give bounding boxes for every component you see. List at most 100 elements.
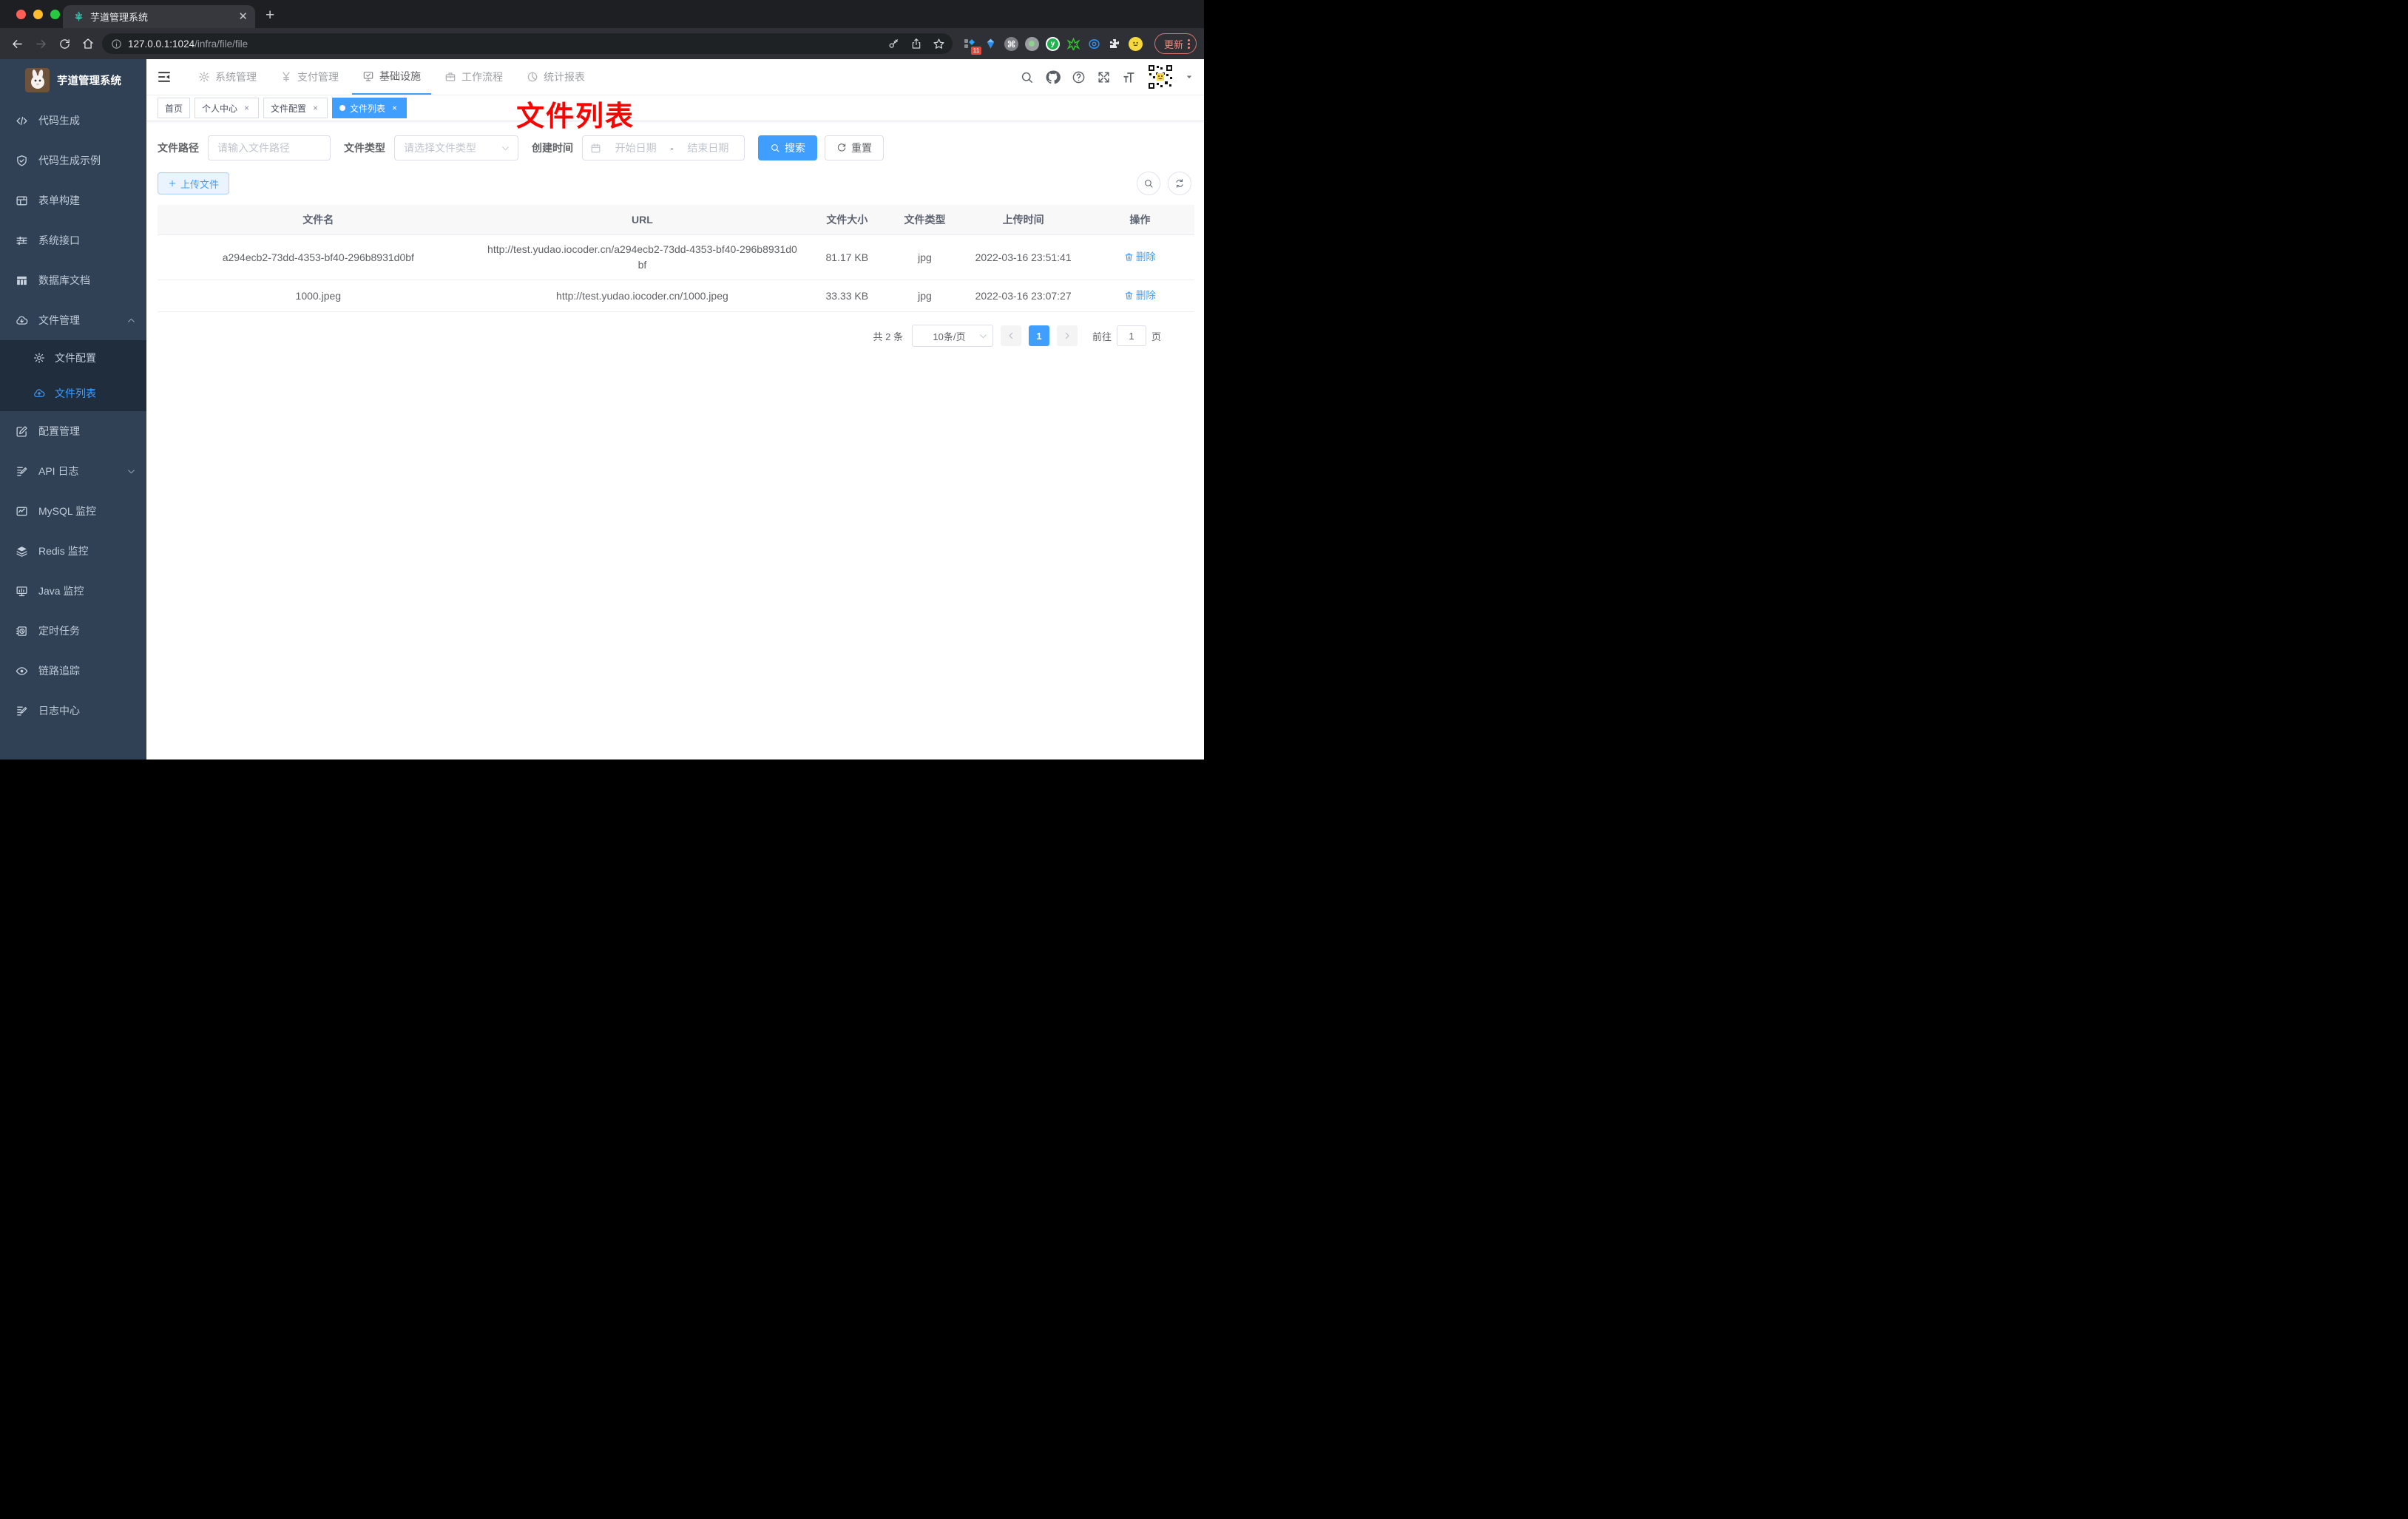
browser-tab-strip: 芋道管理系统 ✕ + bbox=[0, 0, 1204, 28]
close-icon[interactable] bbox=[390, 104, 399, 113]
cell-file-size: 33.33 KB bbox=[805, 280, 889, 312]
next-page-button[interactable] bbox=[1056, 325, 1078, 346]
date-range-picker[interactable]: 开始日期 - 结束日期 bbox=[582, 135, 745, 160]
sidebar-item-code-demo[interactable]: 代码生成示例 bbox=[0, 141, 146, 180]
site-info-icon[interactable] bbox=[111, 38, 122, 50]
sidebar-item-file-management[interactable]: 文件管理 bbox=[0, 300, 146, 340]
delete-button[interactable]: 删除 bbox=[1124, 288, 1156, 303]
delete-button[interactable]: 删除 bbox=[1124, 249, 1156, 265]
sidebar-item-system-api[interactable]: 系统接口 bbox=[0, 220, 146, 260]
fullscreen-icon[interactable] bbox=[1097, 70, 1111, 84]
caret-down-icon[interactable] bbox=[1185, 72, 1194, 81]
topnav-statistics-report[interactable]: 统计报表 bbox=[516, 59, 595, 95]
password-key-icon[interactable] bbox=[887, 38, 900, 50]
reload-button[interactable] bbox=[55, 34, 74, 53]
sidebar-item-config-management[interactable]: 配置管理 bbox=[0, 411, 146, 451]
zoom-window-button[interactable] bbox=[50, 10, 60, 19]
browser-menu-icon[interactable] bbox=[1188, 38, 1190, 49]
sidebar-item-redis-monitor[interactable]: Redis 监控 bbox=[0, 531, 146, 571]
browser-tab[interactable]: 芋道管理系统 ✕ bbox=[63, 5, 255, 28]
page-size-select[interactable]: 10条/页 bbox=[911, 325, 993, 347]
sidebar-collapse-button[interactable] bbox=[146, 59, 182, 95]
sidebar-item-form-builder[interactable]: 表单构建 bbox=[0, 180, 146, 220]
share-icon[interactable] bbox=[910, 38, 922, 50]
sidebar-item-file-config[interactable]: 文件配置 bbox=[0, 340, 146, 376]
extension-puzzle-icon[interactable] bbox=[1108, 37, 1122, 51]
page-number-current[interactable]: 1 bbox=[1028, 325, 1049, 346]
extension-emoji-icon[interactable] bbox=[1128, 36, 1143, 51]
minimize-window-button[interactable] bbox=[33, 10, 43, 19]
toggle-search-button[interactable] bbox=[1137, 172, 1160, 195]
chevron-down-icon bbox=[978, 331, 988, 341]
extension-v-icon[interactable]: y bbox=[1045, 36, 1060, 51]
home-button[interactable] bbox=[78, 34, 98, 53]
search-icon[interactable] bbox=[1020, 70, 1034, 84]
topnav-workflow[interactable]: 工作流程 bbox=[434, 59, 513, 95]
goto-page-input[interactable] bbox=[1116, 325, 1146, 346]
sidebar-item-code-gen[interactable]: 代码生成 bbox=[0, 101, 146, 141]
calendar-icon bbox=[590, 143, 601, 154]
topnav-infrastructure[interactable]: 基础设施 bbox=[352, 59, 431, 95]
close-window-button[interactable] bbox=[16, 10, 26, 19]
font-size-icon[interactable] bbox=[1122, 70, 1136, 84]
date-separator: - bbox=[670, 142, 674, 154]
app-logo[interactable]: 芋道管理系统 bbox=[0, 59, 146, 101]
sidebar-item-file-list[interactable]: 文件列表 bbox=[0, 376, 146, 411]
browser-window: 芋道管理系统 ✕ + 127.0.0.1:1024/infra/file/fil… bbox=[0, 0, 1204, 760]
topnav-payment-management[interactable]: 支付管理 bbox=[270, 59, 349, 95]
sidebar-menu: 代码生成 代码生成示例 表单构建 系统接口 数据库文档 文件管理 文件配置 文件… bbox=[0, 101, 146, 760]
close-icon[interactable] bbox=[311, 104, 320, 113]
page-unit-label: 页 bbox=[1151, 331, 1161, 342]
tag-home[interactable]: 首页 bbox=[158, 98, 191, 118]
sidebar-item-db-doc[interactable]: 数据库文档 bbox=[0, 260, 146, 300]
note-edit-icon bbox=[16, 465, 28, 478]
file-path-input[interactable] bbox=[208, 135, 331, 160]
plus-icon bbox=[168, 179, 177, 188]
file-type-select[interactable]: 请选择文件类型 bbox=[394, 135, 518, 160]
sidebar-item-java-monitor[interactable]: Java 监控 bbox=[0, 571, 146, 611]
prev-page-button[interactable] bbox=[1000, 325, 1021, 346]
close-icon[interactable] bbox=[242, 104, 251, 113]
end-date-placeholder: 结束日期 bbox=[687, 142, 729, 154]
bookmark-star-icon[interactable] bbox=[933, 38, 945, 50]
new-tab-button[interactable]: + bbox=[266, 7, 274, 24]
tag-file-list[interactable]: 文件列表 bbox=[332, 98, 407, 118]
tag-profile[interactable]: 个人中心 bbox=[195, 98, 260, 118]
main-area: 系统管理 支付管理 基础设施 工作流程 统计报表 首页 个人中心 × 文件配置 … bbox=[146, 59, 1204, 760]
github-icon[interactable] bbox=[1045, 70, 1061, 85]
tag-file-config[interactable]: 文件配置 bbox=[263, 98, 328, 118]
upload-file-button[interactable]: 上传文件 bbox=[158, 172, 230, 194]
user-avatar[interactable] bbox=[1147, 64, 1174, 90]
tab-title: 芋道管理系统 bbox=[90, 12, 149, 23]
sidebar-item-api-log[interactable]: API 日志 bbox=[0, 451, 146, 491]
sidebar-item-scheduled-tasks[interactable]: 定时任务 bbox=[0, 611, 146, 651]
gear-icon bbox=[198, 71, 210, 83]
extension-eye-icon[interactable] bbox=[1087, 37, 1101, 51]
browser-update-button[interactable]: 更新 bbox=[1154, 33, 1197, 54]
sidebar-item-mysql-monitor[interactable]: MySQL 监控 bbox=[0, 491, 146, 531]
refresh-table-button[interactable] bbox=[1168, 172, 1191, 195]
extension-gem-icon[interactable] bbox=[984, 37, 998, 51]
help-icon[interactable] bbox=[1072, 70, 1086, 84]
tab-close-icon[interactable]: ✕ bbox=[238, 11, 248, 22]
topnav-system-management[interactable]: 系统管理 bbox=[188, 59, 267, 95]
sidebar-item-tracing[interactable]: 链路追踪 bbox=[0, 651, 146, 691]
forward-button[interactable] bbox=[31, 34, 50, 53]
form-grid-icon bbox=[16, 194, 28, 207]
cell-upload-time: 2022-03-16 23:51:41 bbox=[961, 234, 1086, 280]
extension-dot-icon[interactable] bbox=[1024, 36, 1039, 51]
reset-button[interactable]: 重置 bbox=[825, 135, 884, 160]
url-host: 127.0.0.1:1024 bbox=[128, 38, 195, 50]
header-actions bbox=[1020, 59, 1204, 95]
yen-icon bbox=[280, 71, 292, 83]
goto-page: 前往 页 bbox=[1092, 325, 1161, 346]
extension-command-icon[interactable] bbox=[1004, 36, 1018, 51]
extension-star-icon[interactable] bbox=[1066, 37, 1080, 51]
shield-check-icon bbox=[16, 155, 28, 167]
extension-tabs-icon[interactable]: 11 bbox=[963, 37, 981, 55]
sidebar-item-log-center[interactable]: 日志中心 bbox=[0, 691, 146, 731]
address-bar[interactable]: 127.0.0.1:1024/infra/file/file bbox=[102, 33, 953, 54]
cell-file-size: 81.17 KB bbox=[805, 234, 889, 280]
back-button[interactable] bbox=[7, 34, 27, 53]
search-button[interactable]: 搜索 bbox=[758, 135, 817, 160]
